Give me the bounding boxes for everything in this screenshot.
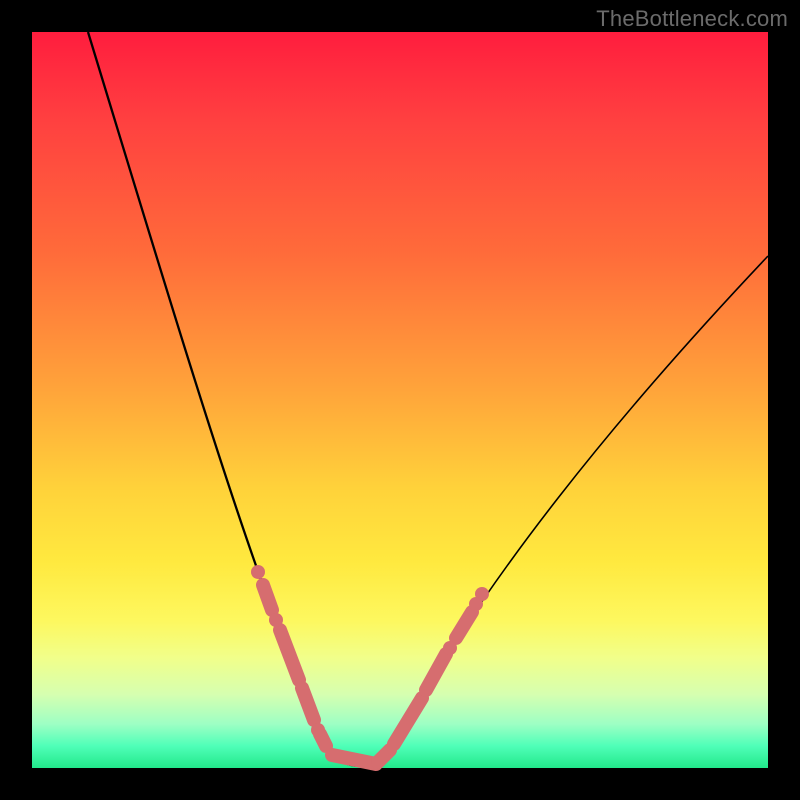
left-curve xyxy=(88,32,362,766)
right-bead-dot-mid xyxy=(443,641,457,655)
watermark-text: TheBottleneck.com xyxy=(596,6,788,32)
left-bead-dot-low xyxy=(311,723,325,737)
right-bead-dot-upper xyxy=(469,597,483,611)
left-bead-segment-2 xyxy=(280,630,299,680)
chart-svg xyxy=(32,32,768,768)
right-bead-segment-3 xyxy=(426,654,446,690)
left-bead-segment-1 xyxy=(263,585,272,610)
right-bead-segment-2 xyxy=(394,698,422,744)
left-bead-segment-3 xyxy=(302,688,314,720)
right-bead-segment-4 xyxy=(456,612,472,638)
floor-bead-segment xyxy=(332,755,376,764)
left-bead-dot-mid xyxy=(269,613,283,627)
left-bead-dot-top xyxy=(251,565,265,579)
plot-area xyxy=(32,32,768,768)
chart-frame: TheBottleneck.com xyxy=(0,0,800,800)
right-bead-segment-1 xyxy=(378,750,390,762)
